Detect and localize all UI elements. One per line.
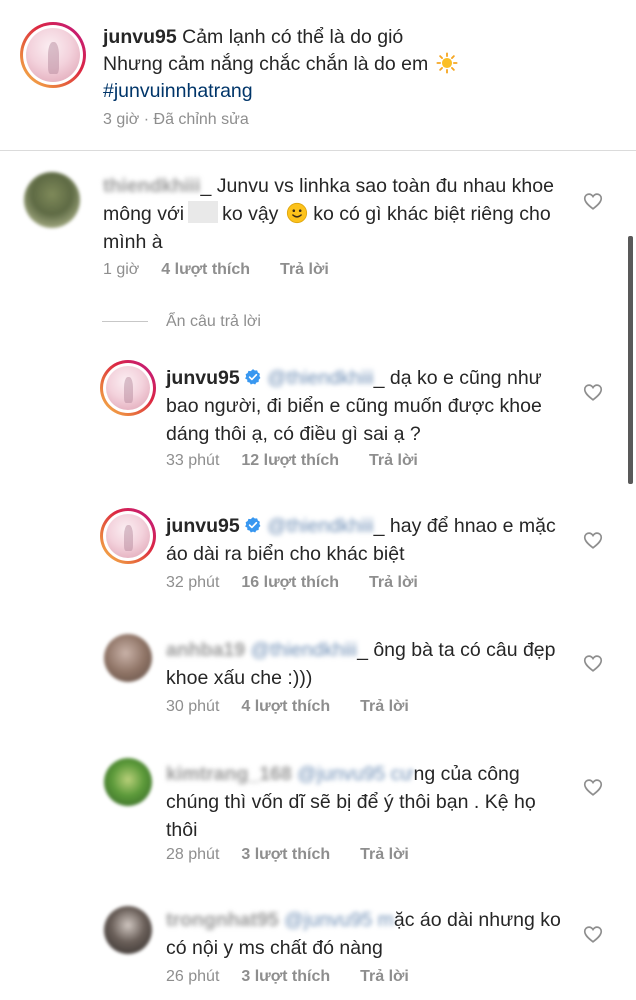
- likes-count[interactable]: 3 lượt thích: [241, 968, 330, 986]
- reply-text: junvu95 @thiendkhiii_ hay để hnao e mặc …: [166, 512, 566, 568]
- heart-icon[interactable]: [582, 529, 604, 551]
- scrollbar[interactable]: [628, 236, 633, 484]
- reply-author-avatar[interactable]: [104, 634, 152, 682]
- heart-icon[interactable]: [582, 923, 604, 945]
- commenter-avatar[interactable]: [24, 172, 80, 228]
- reply-time: 28 phút: [166, 846, 220, 863]
- reply-username[interactable]: kimtrang_168: [166, 760, 292, 788]
- reply-time: 30 phút: [166, 698, 220, 715]
- likes-count[interactable]: 16 lượt thích: [241, 574, 339, 592]
- likes-count[interactable]: 12 lượt thích: [241, 452, 339, 470]
- comment-actions: 1 giờ 4 lượt thích Trả lời: [103, 261, 329, 279]
- reply-author-avatar[interactable]: [100, 360, 156, 416]
- reply-author-avatar[interactable]: [104, 906, 152, 954]
- verified-badge-icon: [244, 517, 261, 533]
- reply-text: kimtrang_168 @junvu95 cưng của công chún…: [166, 760, 566, 844]
- reply-actions: 26 phút 3 lượt thích Trả lời: [166, 968, 409, 986]
- mention-link[interactable]: @junvu95 m: [284, 906, 394, 934]
- reply-button[interactable]: Trả lời: [369, 574, 418, 592]
- reply-text: anhba19 @thiendkhiii_ ông bà ta có câu đ…: [166, 636, 562, 692]
- comment-time: 1 giờ: [103, 261, 140, 278]
- reply-actions: 28 phút 3 lượt thích Trả lời: [166, 846, 409, 864]
- caption-line-1: Cảm lạnh có thể là do gió: [182, 26, 404, 48]
- reply-text: junvu95 @thiendkhiii_ dạ ko e cũng như b…: [166, 364, 562, 448]
- mention-link[interactable]: @thiendkhiii: [251, 636, 358, 664]
- heart-icon[interactable]: [582, 652, 604, 674]
- heart-icon[interactable]: [582, 381, 604, 403]
- post-meta: 3 giờ · Đã chỉnh sửa: [103, 111, 249, 128]
- heart-icon[interactable]: [582, 776, 604, 798]
- reply-button[interactable]: Trả lời: [369, 452, 418, 470]
- caption-text: junvu95 Cảm lạnh có thể là do gió Nhưng …: [103, 24, 603, 105]
- mention-link[interactable]: @thiendkhiii: [267, 364, 374, 392]
- reply-button[interactable]: Trả lời: [360, 968, 409, 986]
- reply-username[interactable]: anhba19: [166, 636, 245, 664]
- sun-icon: [436, 52, 458, 74]
- reply-username[interactable]: trongnhat95: [166, 906, 279, 934]
- reply-time: 33 phút: [166, 452, 220, 469]
- comment-text: thiendkhiii_ Junvu vs linhka sao toàn đu…: [103, 172, 561, 256]
- reply-time: 26 phút: [166, 968, 220, 985]
- likes-count[interactable]: 3 lượt thích: [241, 846, 330, 864]
- reply-button[interactable]: Trả lời: [280, 261, 329, 279]
- smiley-icon: [286, 202, 307, 224]
- reply-author-avatar[interactable]: [100, 508, 156, 564]
- likes-count[interactable]: 4 lượt thích: [161, 261, 250, 279]
- reply-button[interactable]: Trả lời: [360, 698, 409, 716]
- reply-actions: 32 phút 16 lượt thích Trả lời: [166, 574, 418, 592]
- likes-count[interactable]: 4 lượt thích: [241, 698, 330, 716]
- commenter-username[interactable]: thiendkhiii: [103, 172, 201, 200]
- reply-button[interactable]: Trả lời: [360, 846, 409, 864]
- post-time: 3 giờ: [103, 111, 140, 128]
- post-caption: junvu95 Cảm lạnh có thể là do gió Nhưng …: [0, 0, 636, 150]
- hashtag-link[interactable]: #junvuinnhatrang: [103, 80, 253, 102]
- redacted-block: [188, 201, 219, 223]
- reply-actions: 33 phút 12 lượt thích Trả lời: [166, 452, 418, 470]
- reply-time: 32 phút: [166, 574, 220, 591]
- hide-replies-line: [102, 321, 148, 323]
- heart-icon[interactable]: [582, 190, 604, 212]
- mention-link[interactable]: @thiendkhiii: [267, 512, 374, 540]
- reply-username[interactable]: junvu95: [166, 367, 240, 389]
- post-username[interactable]: junvu95: [103, 26, 177, 48]
- verified-badge-icon: [244, 369, 261, 385]
- header-divider: [0, 150, 636, 151]
- reply-author-avatar[interactable]: [104, 758, 152, 806]
- edited-label: Đã chỉnh sửa: [153, 111, 249, 128]
- mention-link[interactable]: @junvu95 cư: [297, 760, 413, 788]
- hide-replies-label: Ẩn câu trả lời: [166, 313, 261, 330]
- reply-username[interactable]: junvu95: [166, 515, 240, 537]
- post-author-avatar[interactable]: [20, 22, 86, 88]
- reply-actions: 30 phút 4 lượt thích Trả lời: [166, 698, 409, 716]
- caption-line-2: Nhưng cảm nắng chắc chắn là do em: [103, 53, 429, 75]
- reply-text: trongnhat95 @junvu95 mặc áo dài nhưng ko…: [166, 906, 566, 962]
- hide-replies-toggle[interactable]: Ẩn câu trả lời: [102, 313, 261, 331]
